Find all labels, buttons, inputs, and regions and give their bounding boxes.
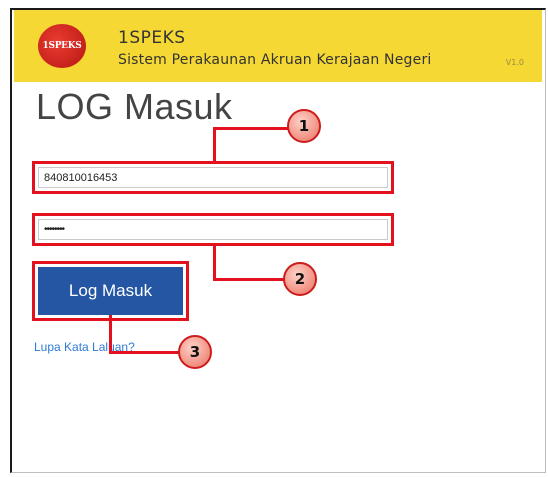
callout-3-line-horizontal (109, 351, 181, 354)
callout-1-line-vertical (213, 127, 216, 164)
callout-1-line-horizontal (213, 127, 288, 130)
password-field-highlight (32, 213, 394, 246)
callout-2-line-horizontal (213, 278, 288, 281)
login-button-highlight: Log Masuk (32, 261, 189, 321)
logo-text: 1SPEKS (42, 41, 82, 51)
callout-3-number: 3 (189, 343, 201, 361)
page-title: LOG Masuk (36, 86, 233, 127)
callout-3-line-vertical (109, 315, 112, 354)
callout-3-badge: 3 (178, 335, 212, 369)
app-subtitle: Sistem Perakaunan Akruan Kerajaan Negeri (118, 52, 432, 68)
app-header: 1SPEKS 1SPEKS Sistem Perakaunan Akruan K… (14, 10, 542, 82)
callout-2-badge: 2 (283, 262, 317, 296)
app-version: V1.0 (505, 58, 524, 67)
callout-1-number: 1 (298, 117, 310, 135)
password-input[interactable] (38, 219, 388, 240)
username-field-highlight (32, 161, 394, 194)
app-name: 1SPEKS (118, 28, 186, 48)
callout-2-line-vertical (213, 243, 216, 280)
callout-1-badge: 1 (287, 109, 321, 143)
username-input[interactable] (38, 167, 388, 188)
logo: 1SPEKS (38, 24, 86, 68)
callout-2-number: 2 (294, 270, 306, 288)
login-button[interactable]: Log Masuk (38, 267, 183, 315)
